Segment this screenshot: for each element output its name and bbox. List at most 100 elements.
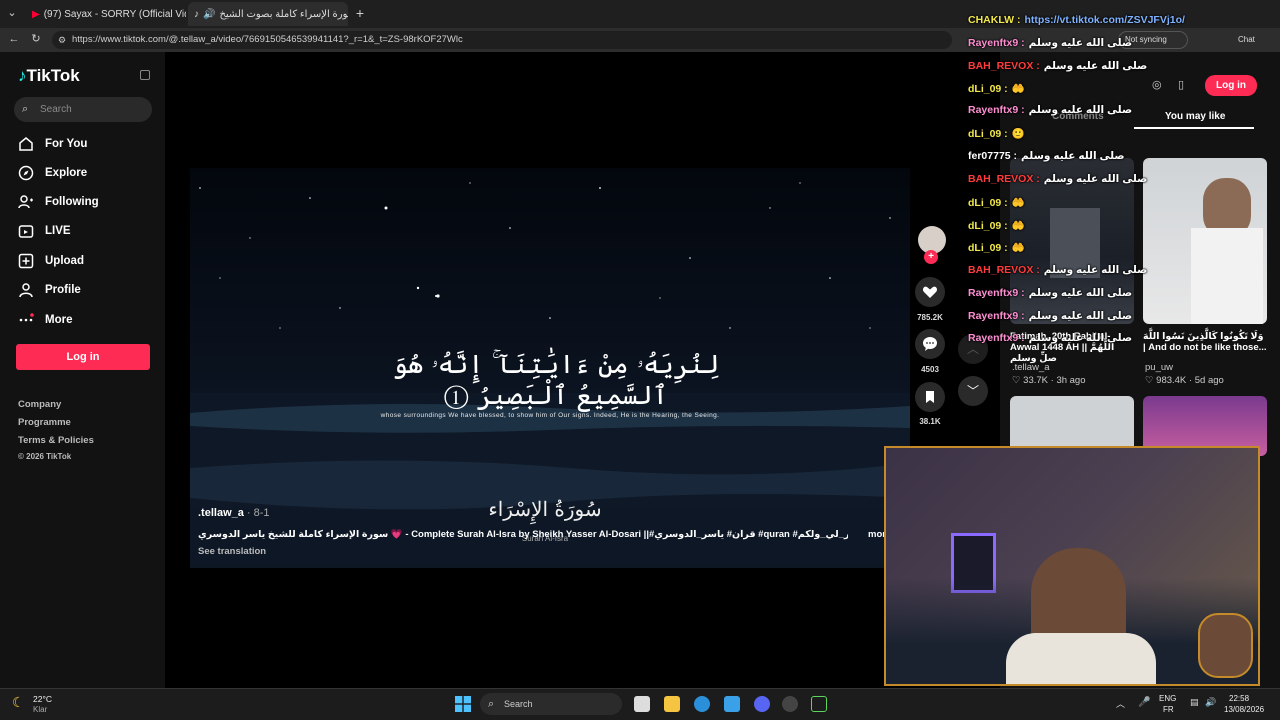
profile-icon <box>19 283 33 298</box>
see-translation-link[interactable]: See translation <box>198 546 266 557</box>
nav-label: Upload <box>45 255 84 267</box>
nav-upload[interactable]: Upload <box>18 251 84 271</box>
login-button[interactable]: Log in <box>16 344 150 370</box>
nav-explore[interactable]: Explore <box>18 163 87 183</box>
tab-tiktok[interactable]: ♪ 🔊 سورة الإسراء كاملة بصوت الشيخ × <box>188 2 348 26</box>
more-dots-icon <box>19 313 34 322</box>
save-count: 38.1K <box>919 417 941 426</box>
chat-message: Rayenftx9 : صلى الله عليه وسلم <box>968 310 1132 322</box>
taskbar-search-label: Search <box>504 699 533 709</box>
card-author[interactable]: pu_uw <box>1145 362 1173 373</box>
device-icon[interactable]: ▯ <box>1178 78 1184 91</box>
nav-following[interactable]: Following <box>18 192 99 212</box>
tab-label: سورة الإسراء كاملة بصوت الشيخ <box>219 8 348 20</box>
tab-youtube[interactable]: ▶ (97) Sayax - SORRY (Official Video) × <box>26 2 186 26</box>
webcam-overlay <box>884 446 1260 686</box>
obs-icon[interactable] <box>782 696 798 712</box>
chat-username: dLi_09 : <box>968 128 1008 140</box>
footer-terms[interactable]: Terms & Policies <box>18 435 94 446</box>
tab-list-icon[interactable]: ⌄ <box>6 7 18 19</box>
volume-icon[interactable]: 🔊 <box>1205 697 1216 708</box>
tiktok-logo[interactable]: ♪TikTok <box>18 66 80 86</box>
language-bottom[interactable]: FR <box>1163 705 1174 714</box>
store-icon[interactable] <box>724 696 740 712</box>
new-tab-icon[interactable]: + <box>354 6 366 20</box>
card-author[interactable]: .tellaw_a <box>1012 362 1050 373</box>
nav-label: For You <box>45 138 88 150</box>
home-icon <box>19 137 33 151</box>
chat-message: dLi_09 : 🤲 <box>968 82 1025 95</box>
chat-username: fer07775 : <box>968 150 1018 162</box>
discord-icon[interactable] <box>754 696 770 712</box>
url-field[interactable]: https://www.tiktok.com/@.tellaw_a/video/… <box>52 31 952 49</box>
chat-message: dLi_09 : 🤲 <box>968 219 1025 232</box>
follow-plus-icon[interactable]: + <box>924 250 938 264</box>
microphone-icon[interactable]: 🎤 <box>1138 697 1150 708</box>
chat-text: صلى الله عليه وسلم <box>1043 173 1148 185</box>
chat-text: 🤲 <box>1011 242 1025 254</box>
taskbar-search[interactable]: ⌕ Search <box>480 693 622 715</box>
file-explorer-icon[interactable] <box>664 696 680 712</box>
comment-button[interactable] <box>915 329 945 359</box>
video-author[interactable]: .tellaw_a · 8-1 <box>198 507 270 519</box>
search-icon: ⌕ <box>488 698 495 710</box>
terminal-icon[interactable] <box>811 696 827 712</box>
nav-live[interactable]: LIVE <box>18 221 71 241</box>
footer-company[interactable]: Company <box>18 399 61 410</box>
chat-username: Rayenftx9 : <box>968 332 1025 344</box>
clock-date[interactable]: 13/08/2026 <box>1224 705 1264 714</box>
edge-icon[interactable] <box>694 696 710 712</box>
chat-message: dLi_09 : 🙂 <box>968 127 1025 140</box>
refresh-icon[interactable]: ↻ <box>30 33 42 45</box>
surah-title: سُورَةُ الإِسْرَاء <box>488 497 602 521</box>
nav-for-you[interactable]: For You <box>18 134 87 154</box>
chat-username: BAH_REVOX : <box>968 173 1040 185</box>
footer-programme[interactable]: Programme <box>18 417 71 428</box>
author-name[interactable]: .tellaw_a <box>198 507 244 519</box>
chat-text: صلى الله عليه وسلم <box>1028 37 1133 49</box>
nav-more[interactable]: More <box>18 310 72 330</box>
chat-message: BAH_REVOX : صلى الله عليه وسلم <box>968 173 1147 185</box>
panel-login-button[interactable]: Log in <box>1205 75 1257 96</box>
like-button[interactable] <box>915 277 945 307</box>
upload-icon <box>18 253 34 269</box>
chat-username: dLi_09 : <box>968 197 1008 209</box>
nav-label: Profile <box>45 284 81 296</box>
save-button[interactable] <box>915 382 945 412</box>
chat-message: BAH_REVOX : صلى الله عليه وسلم <box>968 60 1147 72</box>
heart-icon <box>922 286 938 298</box>
collapse-sidebar-icon[interactable] <box>140 70 150 80</box>
clock-time[interactable]: 22:58 <box>1229 694 1249 703</box>
chat-message: dLi_09 : 🤲 <box>968 196 1025 209</box>
back-icon[interactable]: ← <box>8 33 20 45</box>
chat-username: CHAKLW : <box>968 14 1021 26</box>
chat-message: fer07775 : صلى الله عليه وسلم <box>968 150 1125 162</box>
chat-username: dLi_09 : <box>968 83 1008 95</box>
site-info-icon[interactable]: ⚙ <box>58 35 66 46</box>
recommended-card[interactable] <box>1143 158 1267 324</box>
chat-text: صلى الله عليه وسلم <box>1028 287 1133 299</box>
chat-label[interactable]: Chat <box>1238 35 1255 44</box>
nav-label: LIVE <box>45 225 71 237</box>
chat-text: 🤲 <box>1011 220 1025 232</box>
compass-icon <box>18 165 34 181</box>
windows-start-icon[interactable] <box>455 696 471 712</box>
weather-icon[interactable]: ☾ <box>12 694 25 711</box>
coin-icon[interactable]: ◎ <box>1152 78 1162 91</box>
streamer-shirt <box>1006 633 1156 684</box>
speaker-icon[interactable]: 🔊 <box>203 9 215 20</box>
search-input[interactable]: ⌕ Search <box>14 97 152 122</box>
live-icon <box>18 225 34 238</box>
language-top[interactable]: ENG <box>1159 694 1176 703</box>
chat-text: صلى الله عليه وسلم <box>1028 332 1133 344</box>
nav-label: Following <box>45 196 99 208</box>
chevron-up-icon[interactable]: ︿ <box>1116 697 1125 710</box>
network-icon[interactable]: ▤ <box>1190 697 1199 708</box>
streamer-avatar <box>1198 613 1253 678</box>
tab-you-may-like[interactable]: You may like <box>1165 111 1225 122</box>
weather-temp: 22°C <box>33 694 52 704</box>
task-view-icon[interactable] <box>634 696 650 712</box>
nav-profile[interactable]: Profile <box>18 280 81 300</box>
footer-copyright: © 2026 TikTok <box>18 452 72 461</box>
next-video-button[interactable]: ﹀ <box>958 376 988 406</box>
